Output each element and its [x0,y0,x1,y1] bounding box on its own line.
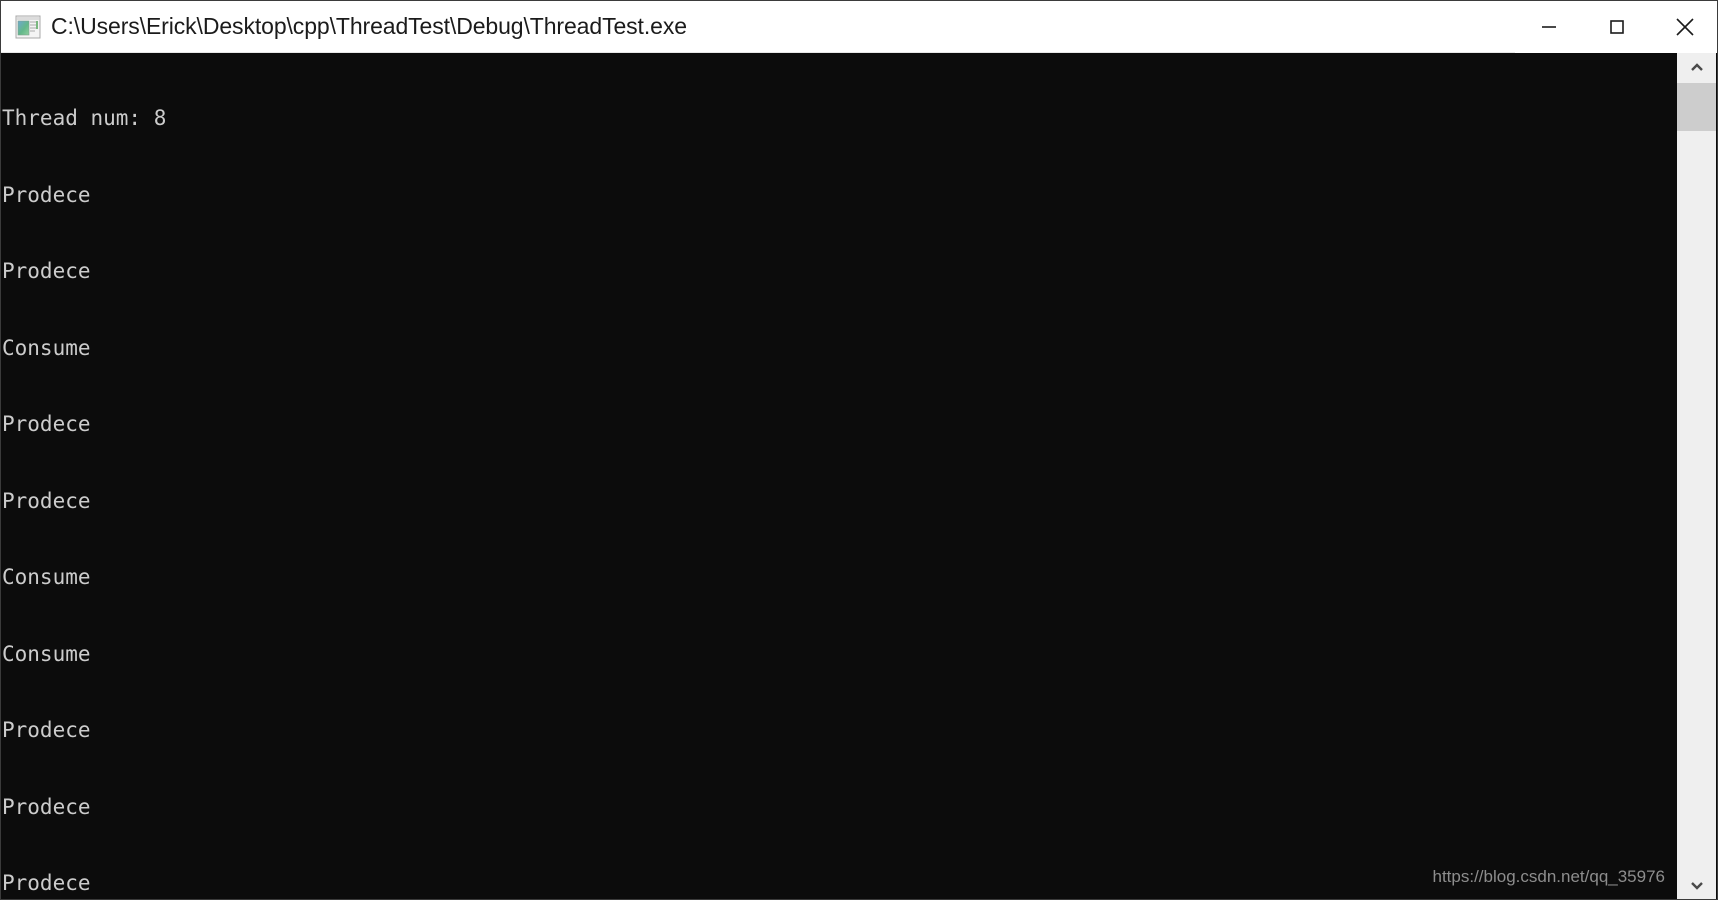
window-controls [1515,1,1717,53]
console-line: Consume [2,335,91,360]
console-line: Thread num: 8 [2,106,167,130]
console-window: C:\Users\Erick\Desktop\cpp\ThreadTest\De… [0,0,1718,900]
console-output-area[interactable]: Thread num: 8 Prodece Prodece Consume Pr… [1,53,1679,899]
watermark-text: https://blog.csdn.net/qq_35976 [1432,867,1665,886]
console-line: Consume [2,565,91,589]
scroll-down-button[interactable] [1677,870,1716,899]
console-line: Prodece [2,259,91,283]
minimize-button[interactable] [1515,1,1583,53]
scroll-up-button[interactable] [1677,53,1716,83]
title-bar[interactable]: C:\Users\Erick\Desktop\cpp\ThreadTest\De… [1,1,1717,53]
maximize-icon [1610,19,1624,34]
console-line: Consume [2,641,91,666]
console-line: Prodece [2,718,91,742]
chevron-up-icon [1690,63,1703,71]
scroll-thumb[interactable] [1677,83,1716,131]
console-line: Prodece [2,871,91,895]
window-title: C:\Users\Erick\Desktop\cpp\ThreadTest\De… [51,13,687,39]
chevron-down-icon [1690,882,1703,890]
vertical-scrollbar[interactable] [1677,53,1716,899]
console-line: Prodece [2,182,91,207]
close-button[interactable] [1651,1,1717,53]
minimize-icon [1542,25,1556,28]
maximize-button[interactable] [1583,1,1651,53]
scroll-track[interactable] [1677,83,1716,870]
console-line: Prodece [2,412,91,436]
console-text: Thread num: 8 Prodece Prodece Consume Pr… [2,55,230,899]
console-app-icon [15,14,41,40]
console-line: Prodece [2,794,91,819]
close-icon [1676,17,1694,36]
console-line: Prodece [2,488,91,513]
